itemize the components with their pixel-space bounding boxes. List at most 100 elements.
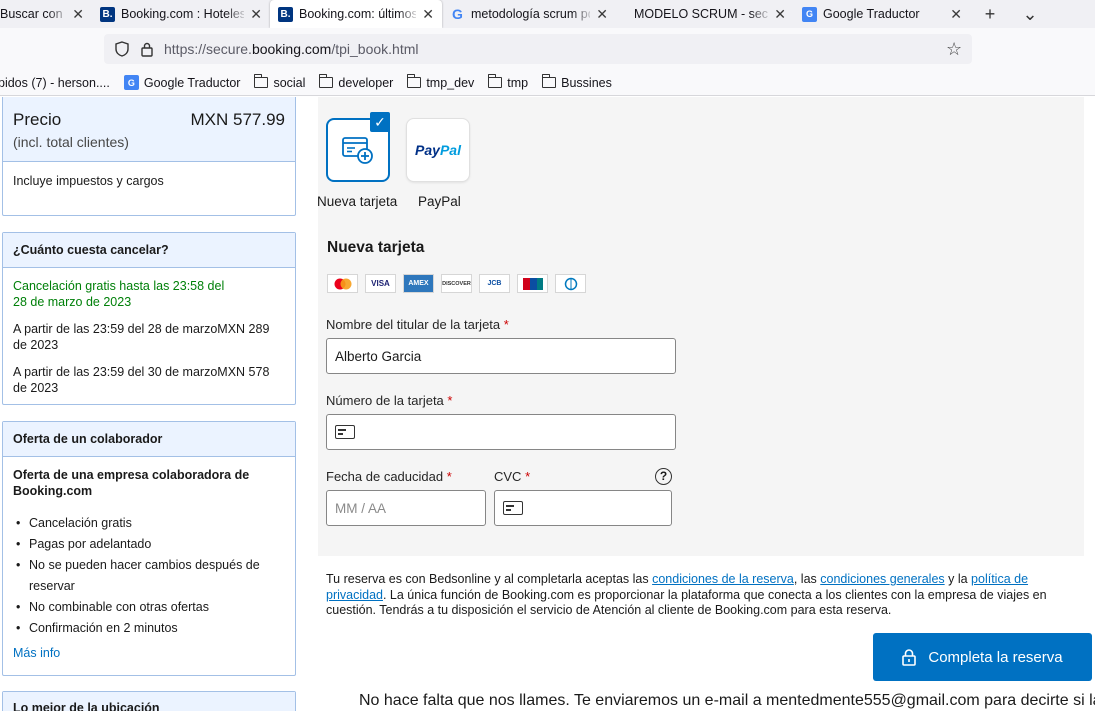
payment-panel: ✓ PayPal Nueva tarjeta PayPal Nueva tarj… bbox=[317, 97, 1084, 556]
price-summary-card: Precio (incl. total clientes) MXN 577.99… bbox=[2, 97, 296, 216]
partner-offer-heading: Oferta de un colaborador bbox=[3, 422, 295, 457]
discover-logo-icon: DISCOVER bbox=[441, 274, 472, 293]
booking-favicon-icon: B. bbox=[100, 6, 115, 22]
booking-favicon-icon: B. bbox=[278, 6, 293, 22]
new-card-method-label: Nueva tarjeta bbox=[317, 194, 398, 209]
browser-tab[interactable]: MODELO SCRUM - secme- ✕ bbox=[616, 0, 794, 28]
google-translate-favicon-icon: G bbox=[802, 6, 817, 22]
bookmark-item[interactable]: G Google Traductor bbox=[123, 75, 240, 90]
address-bar[interactable]: https://secure.booking.com/tpi_book.html… bbox=[104, 34, 972, 64]
partner-offer-card: Oferta de un colaborador Oferta de una e… bbox=[2, 421, 296, 676]
paypal-method-button[interactable]: PayPal bbox=[406, 118, 470, 182]
cancellation-heading: ¿Cuánto cuesta cancelar? bbox=[3, 233, 295, 268]
close-icon[interactable]: ✕ bbox=[422, 6, 434, 23]
bookmarks-bar: pidos (7) - herson.... G Google Traductor… bbox=[0, 70, 1095, 96]
price-sublabel: (incl. total clientes) bbox=[13, 134, 129, 150]
price-value: MXN 577.99 bbox=[190, 110, 286, 129]
bookmark-folder[interactable]: Bussines bbox=[541, 74, 612, 90]
folder-icon bbox=[406, 74, 422, 88]
expiry-label: Fecha de caducidad * bbox=[326, 469, 452, 484]
amex-logo-icon: AMEX bbox=[403, 274, 434, 293]
booking-conditions-link[interactable]: condiciones de la reserva bbox=[652, 572, 794, 586]
bookmark-folder[interactable]: developer bbox=[319, 74, 393, 90]
bookmark-star-icon[interactable]: ☆ bbox=[946, 40, 964, 58]
cancellation-fee-row: A partir de las 23:59 del 30 de marzoMXN… bbox=[13, 365, 270, 395]
tab-title: MODELO SCRUM - secme- bbox=[634, 7, 768, 21]
navigation-bar: https://secure.booking.com/tpi_book.html… bbox=[0, 28, 1095, 70]
bookmark-folder[interactable]: tmp bbox=[487, 74, 528, 90]
partner-offer-body: Oferta de una empresa colaboradora de Bo… bbox=[3, 457, 295, 660]
price-note: Incluye impuestos y cargos bbox=[13, 174, 164, 188]
list-item: No se pueden hacer cambios después de re… bbox=[13, 555, 285, 597]
location-heading: Lo mejor de la ubicación bbox=[3, 692, 295, 711]
page-content: Precio (incl. total clientes) MXN 577.99… bbox=[0, 97, 1095, 711]
confirmation-note: No hace falta que nos llames. Te enviare… bbox=[359, 692, 1095, 709]
mastercard-logo-icon bbox=[327, 274, 358, 293]
close-icon[interactable]: ✕ bbox=[250, 6, 262, 23]
card-number-label: Número de la tarjeta * bbox=[326, 393, 453, 408]
add-card-icon bbox=[342, 137, 373, 164]
paypal-logo: PayPal bbox=[415, 142, 461, 158]
close-icon[interactable]: ✕ bbox=[596, 6, 608, 23]
folder-icon bbox=[541, 74, 557, 88]
expiry-date-input[interactable]: MM / AA bbox=[326, 490, 486, 526]
tab-strip: Buscar con Goo ✕ B. Booking.com : Hotele… bbox=[0, 0, 1095, 28]
lock-icon bbox=[902, 648, 917, 666]
browser-tab-active[interactable]: B. Booking.com: últimos ✕ bbox=[270, 0, 442, 28]
price-band: Precio (incl. total clientes) MXN 577.99 bbox=[3, 97, 295, 162]
google-translate-icon: G bbox=[123, 75, 139, 90]
unionpay-logo-icon bbox=[517, 274, 548, 293]
browser-tab[interactable]: G metodología scrum pdf ✕ bbox=[442, 0, 616, 28]
url-text: https://secure.booking.com/tpi_book.html bbox=[164, 41, 419, 57]
list-item: Confirmación en 2 minutos bbox=[13, 618, 285, 639]
credit-card-icon bbox=[503, 501, 523, 515]
cancellation-body: Cancelación gratis hasta las 23:58 del 2… bbox=[3, 268, 295, 396]
cvc-label: CVC * bbox=[494, 469, 531, 484]
checkmark-icon: ✓ bbox=[370, 112, 390, 132]
close-icon[interactable]: ✕ bbox=[774, 6, 786, 23]
cardholder-label: Nombre del titular de la tarjeta * bbox=[326, 317, 509, 332]
browser-tab[interactable]: B. Booking.com : Hoteles ✕ bbox=[92, 0, 270, 28]
browser-tab[interactable]: G Google Traductor ✕ bbox=[794, 0, 970, 28]
location-card: Lo mejor de la ubicación bbox=[2, 691, 296, 711]
close-icon[interactable]: ✕ bbox=[950, 6, 962, 23]
offer-conditions-list: Cancelación gratis Pagas por adelantado … bbox=[13, 513, 285, 639]
list-item: Cancelación gratis bbox=[13, 513, 285, 534]
list-item: No combinable con otras ofertas bbox=[13, 597, 285, 618]
bookmark-folder[interactable]: tmp_dev bbox=[406, 74, 474, 90]
general-conditions-link[interactable]: condiciones generales bbox=[820, 572, 944, 586]
browser-tab[interactable]: Buscar con Goo ✕ bbox=[0, 0, 92, 28]
cvc-input[interactable] bbox=[494, 490, 672, 526]
folder-icon bbox=[254, 74, 269, 88]
paypal-method-label: PayPal bbox=[418, 194, 461, 209]
bookmark-item[interactable]: pidos (7) - herson.... bbox=[0, 76, 110, 90]
more-info-link[interactable]: Más info bbox=[13, 646, 285, 660]
folder-icon bbox=[319, 74, 334, 88]
complete-booking-button[interactable]: Completa la reserva bbox=[873, 633, 1092, 681]
tracking-protection-icon[interactable] bbox=[114, 41, 130, 57]
lock-icon[interactable] bbox=[140, 41, 154, 57]
visa-logo-icon: VISA bbox=[365, 274, 396, 293]
accepted-cards: VISA AMEX DISCOVER JCB bbox=[327, 274, 593, 293]
folder-icon bbox=[487, 74, 503, 88]
section-title: Nueva tarjeta bbox=[327, 239, 425, 256]
cancellation-card: ¿Cuánto cuesta cancelar? Cancelación gra… bbox=[2, 232, 296, 405]
close-icon[interactable]: ✕ bbox=[72, 6, 84, 23]
help-icon[interactable]: ? bbox=[655, 468, 672, 485]
cancellation-fee-row: A partir de las 23:59 del 28 de marzoMXN… bbox=[13, 322, 270, 352]
tab-list-button[interactable]: ⌄ bbox=[1010, 0, 1050, 28]
free-cancellation-text: Cancelación gratis hasta las 23:58 del 2… bbox=[13, 279, 225, 309]
new-card-method-button[interactable]: ✓ bbox=[326, 112, 390, 182]
jcb-logo-icon: JCB bbox=[479, 274, 510, 293]
diners-club-logo-icon bbox=[555, 274, 586, 293]
google-favicon-icon: G bbox=[452, 6, 463, 22]
tab-title: Google Traductor bbox=[823, 7, 920, 21]
credit-card-icon bbox=[335, 425, 355, 439]
list-item: Pagas por adelantado bbox=[13, 534, 285, 555]
cardholder-name-input[interactable]: Alberto Garcia bbox=[326, 338, 676, 374]
bookmark-folder[interactable]: social bbox=[254, 74, 305, 90]
terms-text: Tu reserva es con Bedsonline y al comple… bbox=[326, 572, 1047, 617]
card-number-input[interactable] bbox=[326, 414, 676, 450]
partner-offer-title: Oferta de una empresa colaboradora de Bo… bbox=[13, 468, 250, 498]
new-tab-button[interactable]: + bbox=[970, 0, 1010, 28]
